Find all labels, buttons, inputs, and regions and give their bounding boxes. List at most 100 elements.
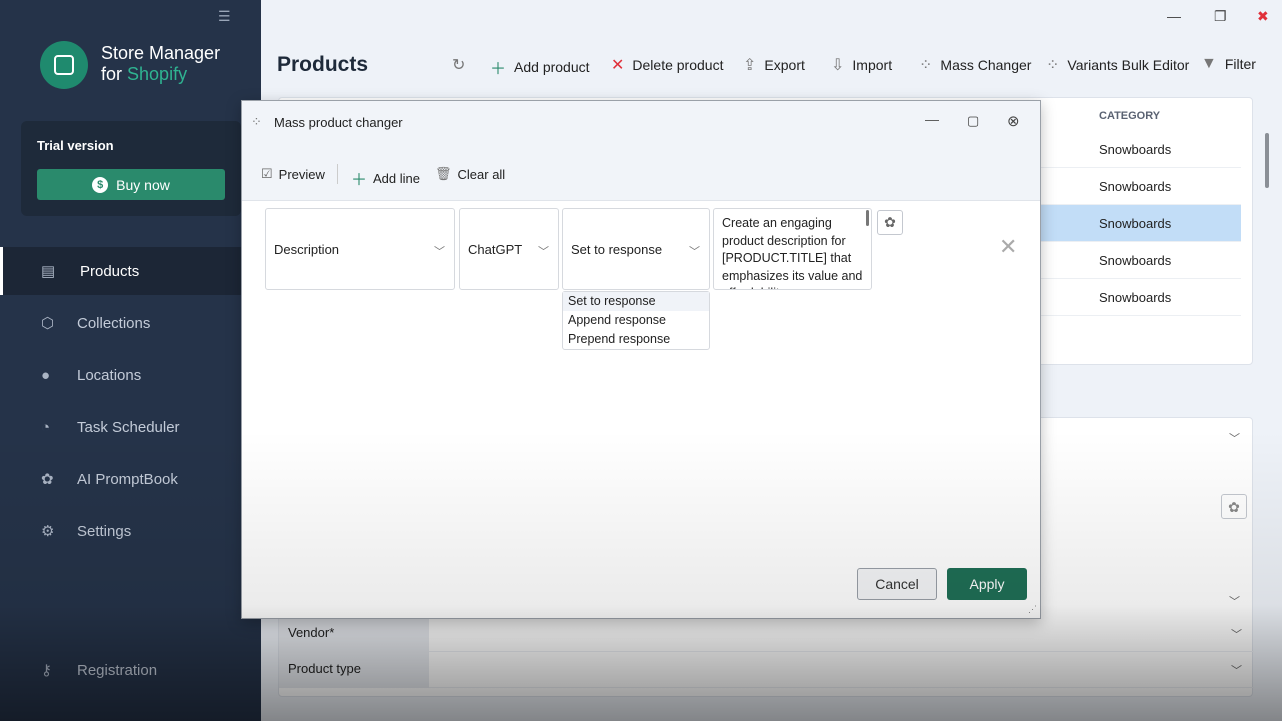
clock-icon: ◔ <box>41 418 51 436</box>
sidebar-item-label: Settings <box>77 522 132 540</box>
sidebar-item-label: Locations <box>77 366 142 384</box>
trash-icon: 🗑 <box>435 166 452 181</box>
category-cell: Snowboards <box>1099 290 1172 305</box>
preview-button[interactable]: ☑ Preview <box>261 166 325 182</box>
delete-line-icon[interactable]: ✕ <box>999 234 1017 260</box>
shapes-icon: ⁘ <box>919 57 933 74</box>
key-icon: ⚷ <box>41 662 52 679</box>
list-icon: ▤ <box>41 263 56 280</box>
brand-name: Store Manager <box>101 43 221 63</box>
divider <box>337 164 338 184</box>
sidebar-item-settings[interactable]: ⚙ Settings <box>0 507 261 555</box>
clear-all-label: Clear all <box>457 166 506 182</box>
sidebar-item-ai-promptbook[interactable]: ✿ AI PromptBook <box>0 455 261 503</box>
mass-product-changer-dialog: ⁘ Mass product changer — ▢ ⊗ ☑ Preview ＋ A… <box>241 100 1041 619</box>
sidebar-item-label: AI PromptBook <box>77 470 178 488</box>
export-button[interactable]: ⇪ Export <box>743 55 805 75</box>
plus-icon: ＋ <box>351 172 368 189</box>
chevron-down-icon[interactable]: ﹀ <box>1231 626 1242 642</box>
brand-shopify: Shopify <box>127 64 188 84</box>
action-select[interactable]: Set to response ﹀ <box>562 208 710 290</box>
close-window-icon[interactable]: ✖ <box>1257 8 1269 25</box>
dropdown-option[interactable]: Prepend response <box>563 330 709 349</box>
variants-bulk-editor-label: Variants Bulk Editor <box>1067 57 1190 73</box>
add-line-label: Add line <box>373 170 420 186</box>
maximize-dialog-icon[interactable]: ▢ <box>967 113 979 129</box>
source-select[interactable]: ChatGPT ﹀ <box>459 208 559 290</box>
form-row-vendor: Vendor* ﹀ <box>279 616 1254 652</box>
filter-label: Filter <box>1224 56 1256 72</box>
delete-product-label: Delete product <box>632 57 724 73</box>
openai-icon[interactable]: ✿ <box>1221 494 1247 519</box>
variants-bulk-editor-button[interactable]: ⁘ Variants Bulk Editor <box>1046 55 1189 75</box>
prompt-textarea[interactable]: Create an engaging product description f… <box>713 208 872 290</box>
sidebar-item-label: Products <box>80 262 140 280</box>
dialog-header: ⁘ Mass product changer — ▢ ⊗ ☑ Preview ＋ A… <box>242 101 1040 201</box>
sidebar: ☰ Store Manager for Shopify Trial version… <box>0 0 261 721</box>
buy-now-label: Buy now <box>116 176 170 193</box>
chevron-down-icon: ﹀ <box>434 246 445 258</box>
chevron-down-icon[interactable]: ﹀ <box>1231 662 1242 678</box>
vendor-label: Vendor* <box>279 616 429 652</box>
sidebar-item-label: Collections <box>77 314 151 332</box>
trial-panel: Trial version $ Buy now <box>21 121 241 216</box>
sidebar-item-products[interactable]: ▤ Products <box>0 247 261 295</box>
add-product-button[interactable]: ＋ Add product <box>490 55 590 79</box>
brand-for: for <box>101 64 123 84</box>
prompt-scrollbar[interactable] <box>866 210 869 226</box>
collapse-sidebar-icon[interactable]: ☰ <box>218 8 231 25</box>
refresh-button[interactable]: ↻ <box>452 55 465 75</box>
filter-button[interactable]: ▼ Filter <box>1201 55 1256 73</box>
mass-changer-label: Mass Changer <box>940 57 1032 73</box>
minimize-dialog-icon[interactable]: — <box>925 111 939 127</box>
close-dialog-icon[interactable]: ⊗ <box>1007 112 1020 130</box>
mass-changer-button[interactable]: ⁘ Mass Changer <box>919 55 1031 75</box>
grid-scrollbar[interactable] <box>1265 133 1269 188</box>
restore-window-icon[interactable]: ❐ <box>1214 8 1227 25</box>
sidebar-item-label: Task Scheduler <box>77 418 180 436</box>
chevron-down-icon[interactable]: ﹀ <box>1229 593 1240 609</box>
export-icon: ⇪ <box>743 57 757 74</box>
delete-product-button[interactable]: ✕ Delete product <box>611 55 723 75</box>
chevron-down-icon: ﹀ <box>689 246 700 258</box>
trial-label: Trial version <box>37 138 114 153</box>
resize-grip-icon[interactable]: ⋰ <box>1028 604 1037 615</box>
minimize-window-icon[interactable]: — <box>1167 8 1181 24</box>
field-select[interactable]: Description ﹀ <box>265 208 455 290</box>
export-label: Export <box>764 57 805 73</box>
cancel-button[interactable]: Cancel <box>857 568 937 600</box>
logo-icon <box>40 41 88 89</box>
category-cell: Snowboards <box>1099 253 1172 268</box>
gear-icon: ⚙ <box>41 523 55 540</box>
clear-all-button[interactable]: 🗑 Clear all <box>435 166 505 182</box>
openai-icon: ✿ <box>41 471 54 488</box>
check-icon: ☑ <box>261 166 273 181</box>
sidebar-item-task-scheduler[interactable]: ◔ Task Scheduler <box>0 403 261 451</box>
refresh-icon: ↻ <box>452 57 466 74</box>
apply-button[interactable]: Apply <box>947 568 1027 600</box>
form-row-product-type: Product type ﹀ <box>279 652 1254 688</box>
buy-now-button[interactable]: $ Buy now <box>37 169 225 200</box>
x-icon: ✕ <box>611 57 625 74</box>
shapes-icon: ⁘ <box>1046 57 1060 74</box>
dropdown-option[interactable]: Append response <box>563 311 709 330</box>
filter-icon: ▼ <box>1201 55 1217 72</box>
brand: Store Manager for Shopify <box>101 43 220 85</box>
add-line-button[interactable]: ＋ Add line <box>351 166 420 190</box>
import-button[interactable]: ⇩ Import <box>831 55 892 75</box>
column-header-category[interactable]: CATEGORY <box>1099 110 1160 122</box>
pin-icon: ● <box>41 366 51 384</box>
sidebar-item-collections[interactable]: ⬡ Collections <box>0 299 261 347</box>
openai-icon[interactable]: ✿ <box>877 210 903 235</box>
dialog-title: Mass product changer <box>274 115 403 130</box>
sidebar-item-label: Registration <box>77 661 158 679</box>
field-value: Description <box>274 241 340 257</box>
sidebar-item-locations[interactable]: ● Locations <box>0 351 261 399</box>
product-type-label: Product type <box>279 652 429 688</box>
source-value: ChatGPT <box>468 241 523 257</box>
import-label: Import <box>852 57 893 73</box>
plus-icon: ＋ <box>490 61 507 78</box>
sidebar-item-registration[interactable]: ⚷ Registration <box>0 646 261 694</box>
dropdown-option[interactable]: Set to response <box>563 292 709 311</box>
chevron-down-icon[interactable]: ﹀ <box>1229 430 1240 446</box>
